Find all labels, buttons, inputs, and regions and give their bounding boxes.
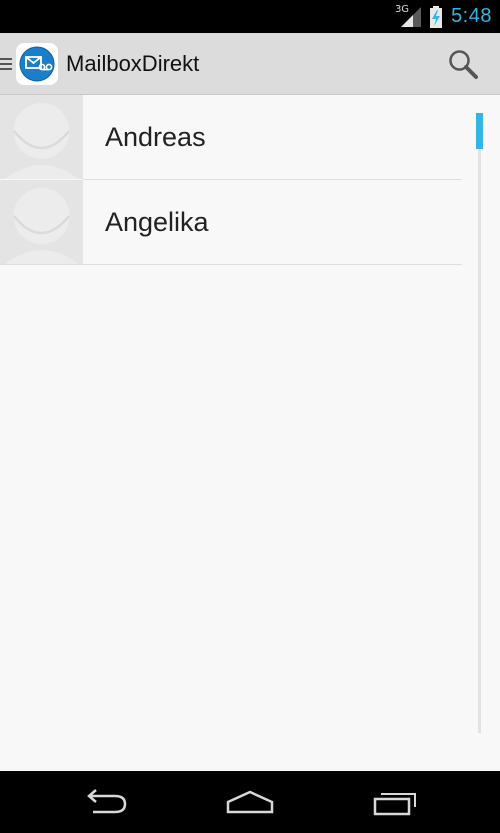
home-button[interactable]: [220, 783, 280, 823]
status-bar: 3G 5:48: [0, 0, 500, 33]
contact-avatar-placeholder: [0, 180, 83, 264]
search-icon: [449, 50, 478, 79]
contact-name: Angelika: [105, 207, 209, 237]
app-title: MailboxDirekt: [66, 50, 200, 76]
contact-avatar-placeholder: [0, 95, 83, 179]
recents-button[interactable]: [366, 783, 426, 823]
scrollbar-thumb[interactable]: [476, 113, 483, 149]
contact-row[interactable]: Angelika: [0, 180, 462, 265]
recents-icon: [373, 793, 416, 816]
default-avatar-icon: [0, 180, 83, 264]
screen: 3G 5:48 MailboxDirekt Andreas Angelika: [0, 0, 500, 833]
contact-name: Andreas: [105, 122, 206, 152]
navigation-bar: [0, 771, 500, 833]
action-bar: MailboxDirekt: [0, 33, 500, 95]
app-logo-mail-icon: [19, 46, 55, 81]
search-button[interactable]: [446, 47, 480, 81]
row-divider: [0, 264, 462, 265]
menu-indicator-icon[interactable]: [0, 33, 14, 95]
scrollbar-track[interactable]: [478, 113, 481, 733]
contact-row[interactable]: Andreas: [0, 95, 462, 180]
default-avatar-icon: [0, 95, 83, 179]
app-logo[interactable]: [16, 42, 58, 85]
back-icon: [87, 789, 127, 814]
back-button[interactable]: [74, 783, 134, 823]
clock: 5:48: [451, 5, 492, 27]
signal-icon: [401, 6, 422, 27]
battery-charging-icon: [430, 5, 443, 28]
contact-list: Andreas Angelika: [0, 95, 462, 265]
home-icon: [226, 790, 274, 814]
